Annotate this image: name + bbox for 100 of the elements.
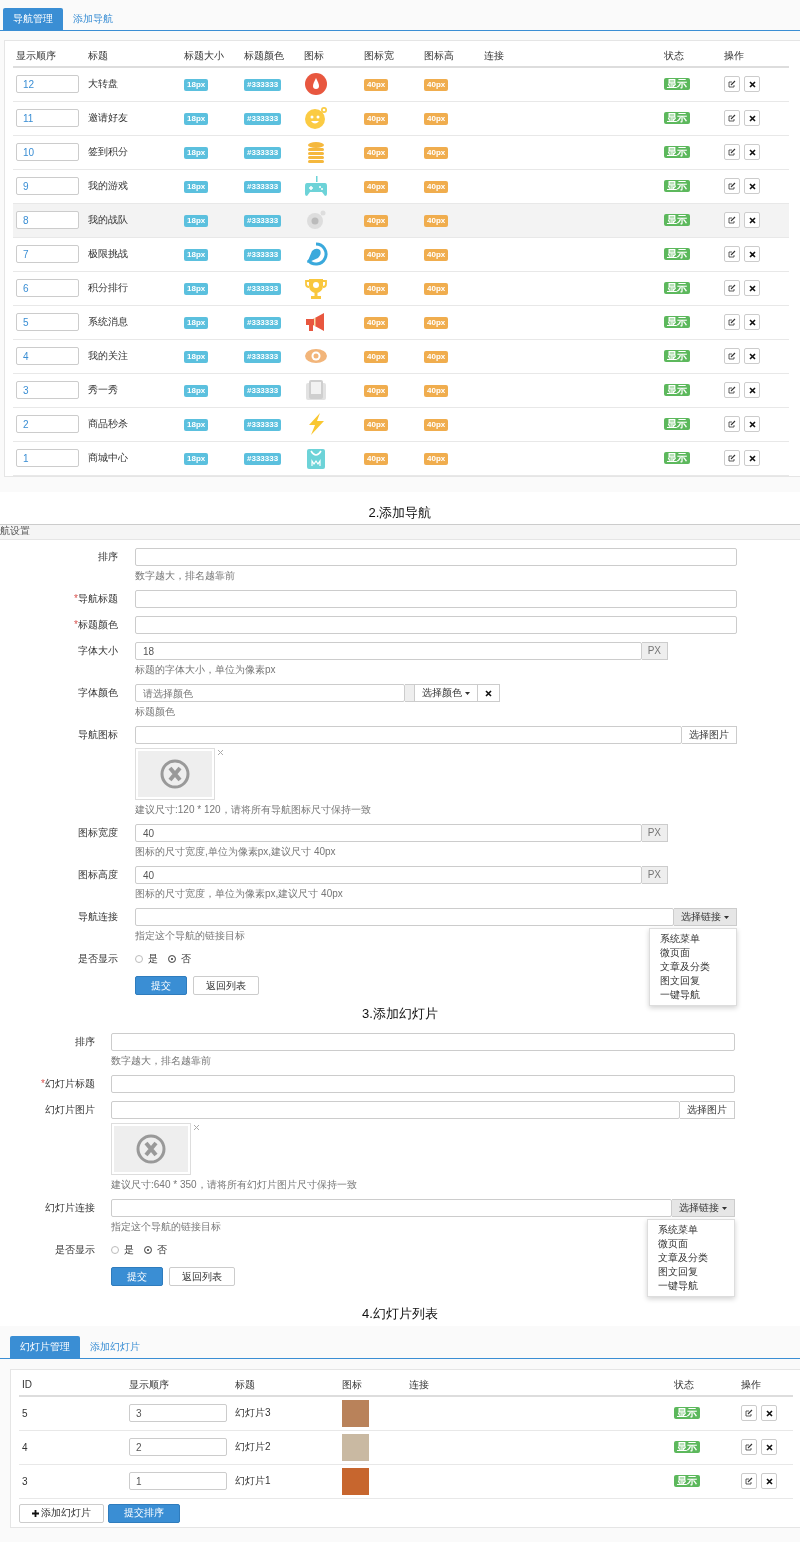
column-header: 操作 [721,45,789,67]
tag: #333333 [244,214,282,227]
menu-item[interactable]: 微页面 [650,946,736,960]
status-badge: 显示 [664,452,690,464]
help-text: 数字越大，排名越靠前 [111,1054,211,1067]
menu-item[interactable]: 系统菜单 [648,1223,734,1237]
table-cell: 我的游戏 [88,180,128,191]
tag: 18px [184,384,209,397]
tag: #333333 [244,78,282,91]
column-header: 状态 [671,1374,738,1396]
table-cell: 5 [22,1407,28,1419]
order-input[interactable]: 4 [16,347,79,365]
submit-button[interactable]: 提交 [111,1267,163,1286]
status-badge: 显示 [664,180,690,192]
tag: #333333 [244,350,282,363]
choose-image-button[interactable]: 选择图片 [680,1101,735,1119]
add-slide-button[interactable]: 添加幻灯片 [19,1503,104,1523]
tag: #333333 [244,112,282,125]
tag: #333333 [244,418,282,431]
tag: 40px [424,384,449,397]
column-header: 显示顺序 [126,1374,232,1396]
tag: 40px [364,146,389,159]
menu-item[interactable]: 一键导航 [650,988,736,1002]
tab[interactable]: 幻灯片管理 [10,1336,80,1358]
column-header: 图标宽 [361,45,421,67]
unit-label: PX [641,642,668,660]
tag: 18px [184,316,209,329]
menu-item[interactable]: 图文回复 [648,1265,734,1279]
back-button[interactable]: 返回列表 [169,1267,235,1286]
order-input[interactable]: 1 [129,1472,227,1490]
menu-item[interactable]: 一键导航 [648,1279,734,1293]
tag: 40px [424,180,449,193]
number-input[interactable]: 40 [135,824,642,842]
tag: 40px [364,112,389,125]
column-header: 标题 [85,45,181,67]
tag: 40px [424,214,449,227]
tag: 18px [184,180,209,193]
table-cell: 幻灯片3 [235,1407,271,1419]
status-badge: 显示 [664,146,690,158]
order-input[interactable]: 12 [16,75,79,94]
order-input[interactable]: 10 [16,143,79,161]
tag: 40px [364,214,389,227]
tag: 40px [364,384,389,397]
field-label: 图标宽度 [77,826,118,840]
tab[interactable]: 添加导航 [63,8,123,30]
column-header: ID [19,1374,126,1396]
order-input[interactable]: 7 [16,245,79,263]
field-label: *幻灯片标题 [40,1077,95,1091]
submit-order-button[interactable]: 提交排序 [108,1503,180,1523]
submit-button[interactable]: 提交 [135,976,187,995]
order-input[interactable]: 9 [16,177,79,195]
pick-color-button[interactable]: 选择颜色 [415,684,478,702]
order-input[interactable]: 3 [129,1404,227,1423]
choose-link-button[interactable]: 选择链接 [672,1199,735,1217]
back-button[interactable]: 返回列表 [193,976,259,995]
menu-item[interactable]: 微页面 [648,1237,734,1251]
order-input[interactable]: 11 [16,109,79,127]
order-input[interactable]: 6 [16,279,79,297]
order-input[interactable]: 2 [129,1438,227,1456]
menu-item[interactable]: 图文回复 [650,974,736,988]
help-text: 图标的尺寸宽度,单位为像素px,建议尺寸 40px [135,845,336,858]
order-input[interactable]: 2 [16,415,79,433]
tag: 40px [424,316,449,329]
tag: #333333 [244,248,282,261]
radio-label: 是 [148,952,158,966]
tag: 18px [184,452,209,465]
number-input[interactable]: 18 [135,642,642,660]
tag: #333333 [244,146,282,159]
unit-label: PX [641,866,668,884]
tag: 40px [364,452,389,465]
help-text: 标题的字体大小，单位为像素px [135,663,276,676]
order-input[interactable]: 1 [16,449,79,467]
menu-item[interactable]: 文章及分类 [650,960,736,974]
table-cell: 幻灯片2 [235,1441,271,1452]
order-input[interactable]: 5 [16,313,79,331]
choose-image-button[interactable]: 选择图片 [682,726,737,744]
field-label: 幻灯片图片 [44,1103,95,1117]
table-cell: 邀请好友 [88,112,128,123]
help-text: 指定这个导航的链接目标 [135,929,245,942]
field-label: 排序 [97,550,118,564]
color-input[interactable]: 请选择颜色 [135,684,405,702]
menu-item[interactable]: 文章及分类 [648,1251,734,1265]
status-badge: 显示 [664,214,690,226]
field-label: 导航连接 [77,910,118,924]
tab[interactable]: 导航管理 [3,8,63,30]
order-input[interactable]: 8 [16,211,79,229]
column-header: 显示顺序 [13,45,85,67]
choose-link-button[interactable]: 选择链接 [674,908,737,926]
number-input[interactable]: 40 [135,866,642,884]
tag: #333333 [244,316,282,329]
order-input[interactable]: 3 [16,381,79,399]
status-badge: 显示 [664,316,690,328]
menu-item[interactable]: 系统菜单 [650,932,736,946]
help-text: 数字越大，排名越靠前 [135,569,235,582]
tag: 40px [364,78,389,91]
tag: 18px [184,350,209,363]
table-cell: 我的关注 [88,350,128,361]
tab[interactable]: 添加幻灯片 [80,1336,150,1358]
tag: 18px [184,418,209,431]
radio-label: 否 [157,1243,167,1257]
